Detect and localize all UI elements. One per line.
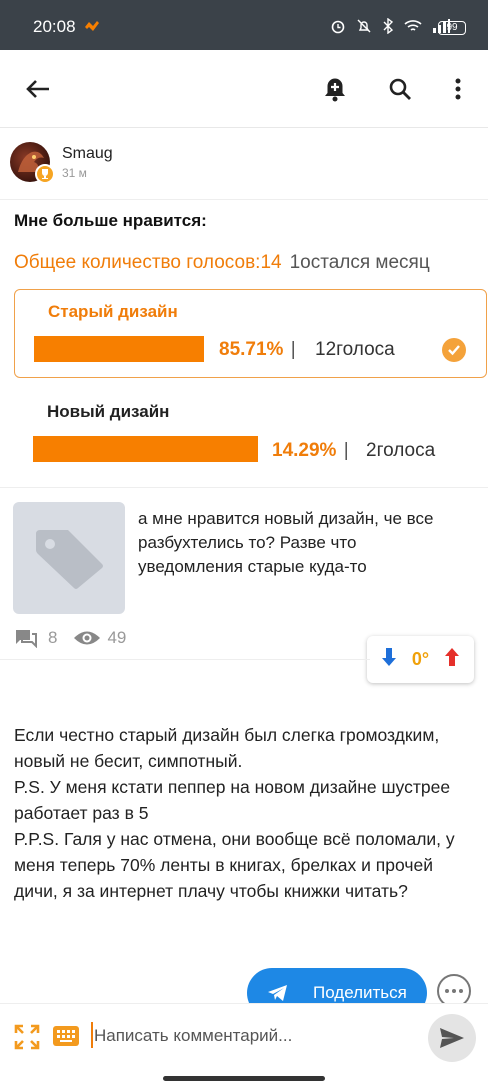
downvote-button[interactable] <box>381 647 397 672</box>
battery-indicator: 99 <box>438 21 466 35</box>
search-button[interactable] <box>385 74 415 104</box>
comment-paragraph: P.S. У меня кстати пеппер на новом дизай… <box>14 777 451 823</box>
post-time: 31 м <box>62 166 87 180</box>
expand-button[interactable] <box>14 1024 40 1055</box>
tag-placeholder-icon <box>36 530 103 589</box>
comments-icon <box>14 628 38 648</box>
arrow-down-icon <box>381 648 396 666</box>
expand-icon <box>14 1024 40 1050</box>
status-icons <box>330 17 450 39</box>
app-bar <box>0 50 488 128</box>
poll-time-remaining: 1остался месяц <box>289 252 430 273</box>
bell-plus-icon <box>325 78 345 102</box>
comments-count: 8 <box>48 628 58 647</box>
share-button-label: Поделиться <box>313 983 407 1002</box>
poll-option-percent: 14.29% | <box>272 440 349 461</box>
divider <box>0 487 488 488</box>
poll-option-bar <box>34 336 204 362</box>
divider <box>0 199 488 200</box>
more-options-button[interactable] <box>443 74 473 104</box>
poll-meta: Общее количество голосов:14 1остался меся… <box>14 252 430 274</box>
poll-option-votes: 12голоса <box>315 339 395 360</box>
post-author[interactable]: Smaug 31 м <box>10 142 480 190</box>
keyboard-button[interactable] <box>53 1026 79 1046</box>
divider <box>0 659 370 660</box>
comment-input-bar <box>0 1003 488 1090</box>
more-horizontal-icon <box>445 989 463 993</box>
views-icon <box>73 629 101 647</box>
linked-post-text[interactable]: а мне нравится новый дизайн, че все разб… <box>138 507 438 579</box>
views-count: 49 <box>107 628 127 647</box>
poll-option-percent: 85.71% | <box>219 339 296 360</box>
rating-value: 0° <box>411 649 430 669</box>
search-icon <box>389 78 411 100</box>
poll-option-label: Новый дизайн <box>47 402 170 421</box>
poll-total-votes: Общее количество голосов:14 <box>14 252 282 273</box>
more-vertical-icon <box>455 78 461 100</box>
linked-post-thumbnail[interactable] <box>13 502 125 614</box>
poll-title: Мне больше нравится: <box>14 211 207 230</box>
send-button[interactable] <box>428 1014 476 1062</box>
arrow-left-icon <box>26 80 49 98</box>
status-time: 20:08 <box>33 17 76 36</box>
comment-paragraph: P.P.S. Галя у нас отмена, они вообще всё… <box>14 829 455 901</box>
subscribe-notifications-button[interactable] <box>320 74 350 104</box>
comment-paragraph: Если честно старый дизайн был слегка гро… <box>14 725 440 771</box>
comment-input[interactable] <box>94 1022 414 1050</box>
keyboard-icon <box>57 1030 75 1042</box>
back-button[interactable] <box>23 74 53 104</box>
home-indicator[interactable] <box>163 1076 325 1081</box>
upvote-button[interactable] <box>444 647 460 672</box>
author-badge-icon <box>35 164 55 184</box>
comment-body: Если честно старый дизайн был слегка гро… <box>14 722 479 904</box>
mute-icon <box>356 18 372 39</box>
text-cursor <box>91 1022 93 1048</box>
poll-option-old-design[interactable]: Старый дизайн 85.71% | 12голоса <box>14 289 487 378</box>
poll-option-label: Старый дизайн <box>48 302 178 321</box>
poll-option-new-design[interactable]: Новый дизайн 14.29% | 2голоса <box>14 390 488 470</box>
author-name[interactable]: Smaug <box>62 145 113 163</box>
poll-option-votes: 2голоса <box>366 440 436 461</box>
arrow-up-icon <box>445 648 460 666</box>
bluetooth-icon <box>382 17 394 39</box>
poll-option-bar <box>33 436 258 462</box>
app-notification-icon <box>84 20 100 39</box>
wifi-icon <box>404 19 422 38</box>
status-bar: 20:08 99 <box>0 0 488 50</box>
check-circle-icon <box>442 338 466 362</box>
alarm-icon <box>330 18 346 39</box>
telegram-icon <box>268 985 287 1001</box>
rating-widget: 0° <box>367 636 474 683</box>
post-stats: 8 49 <box>14 628 126 648</box>
send-icon <box>440 1028 464 1048</box>
